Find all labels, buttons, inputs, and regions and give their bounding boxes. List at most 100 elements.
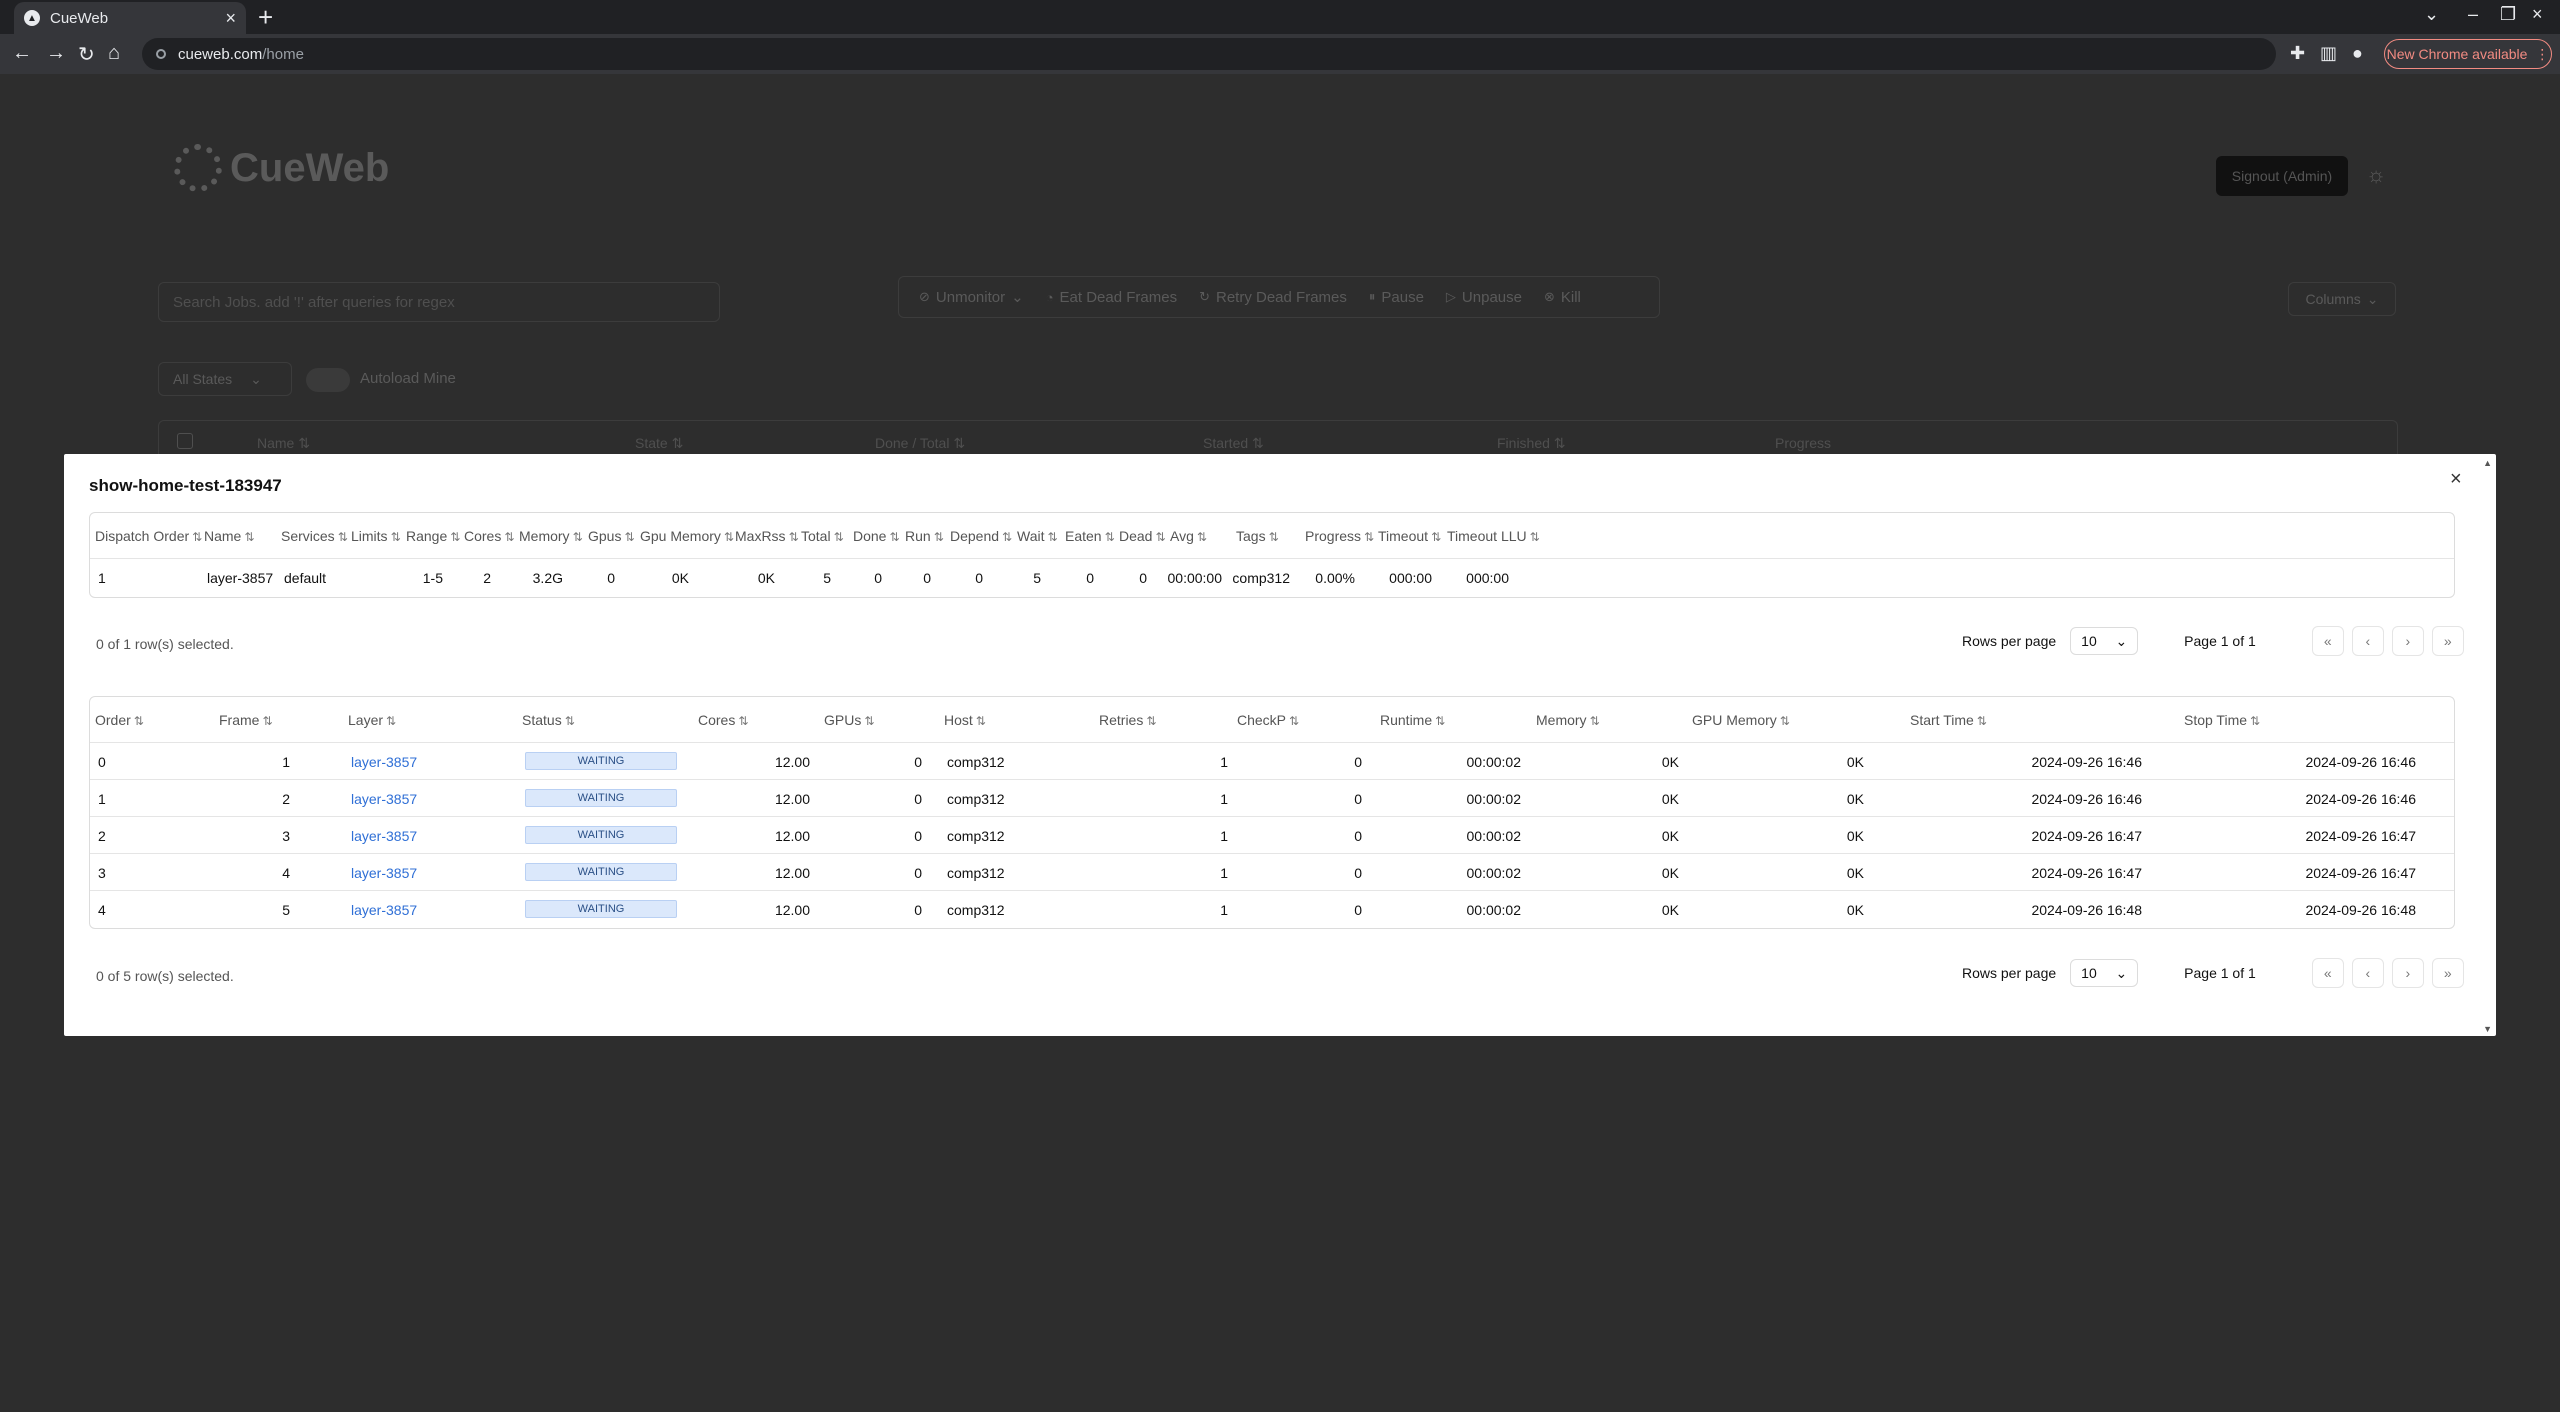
frames-col-cores[interactable]: Cores ⇅ bbox=[698, 712, 748, 728]
jobs-col-done-total[interactable]: Done / Total ⇅ bbox=[875, 435, 965, 452]
jobs-col-finished[interactable]: Finished ⇅ bbox=[1497, 435, 1566, 452]
jobs-col-started[interactable]: Started ⇅ bbox=[1203, 435, 1264, 452]
frame-row[interactable]: 4 5 layer-3857 WAITING 12.00 0 comp312 1… bbox=[90, 891, 2454, 928]
layers-col-limits[interactable]: Limits ⇅ bbox=[351, 528, 401, 544]
unpause-button[interactable]: ▷ Unpause bbox=[1446, 289, 1532, 306]
previous-page-button[interactable]: ‹ bbox=[2351, 958, 2384, 988]
browser-tab[interactable]: ▲ CueWeb × bbox=[14, 2, 246, 34]
frames-col-gpus[interactable]: GPUs ⇅ bbox=[824, 712, 874, 728]
frames-col-memory[interactable]: Memory ⇅ bbox=[1536, 712, 1600, 728]
layer-row[interactable]: 1 layer-3857 default 1-5 2 3.2G 0 0K 0K … bbox=[90, 559, 2454, 597]
minimize-icon[interactable]: – bbox=[2468, 4, 2478, 25]
frames-col-host[interactable]: Host ⇅ bbox=[944, 712, 986, 728]
frame-row[interactable]: 2 3 layer-3857 WAITING 12.00 0 comp312 1… bbox=[90, 817, 2454, 854]
columns-button[interactable]: Columns ⌄ bbox=[2288, 282, 2396, 316]
layers-col-dead[interactable]: Dead ⇅ bbox=[1119, 528, 1166, 544]
frames-col-gpu-memory[interactable]: GPU Memory ⇅ bbox=[1692, 712, 1790, 728]
tab-search-icon[interactable]: ⌄ bbox=[2424, 4, 2439, 25]
layers-col-gpu-memory[interactable]: Gpu Memory ⇅ bbox=[640, 528, 734, 544]
layers-col-cores[interactable]: Cores ⇅ bbox=[464, 528, 514, 544]
layers-col-total[interactable]: Total ⇅ bbox=[801, 528, 844, 544]
kill-button[interactable]: ⊗ Kill bbox=[1544, 289, 1591, 306]
frames-col-order[interactable]: Order ⇅ bbox=[95, 712, 144, 728]
last-page-button[interactable]: » bbox=[2431, 958, 2464, 988]
layers-col-depend[interactable]: Depend ⇅ bbox=[950, 528, 1012, 544]
new-tab-icon[interactable]: + bbox=[258, 4, 273, 30]
layers-col-tags[interactable]: Tags ⇅ bbox=[1236, 528, 1279, 544]
pause-icon: ⏸ bbox=[1368, 289, 1376, 304]
frame-row[interactable]: 1 2 layer-3857 WAITING 12.00 0 comp312 1… bbox=[90, 780, 2454, 817]
layers-col-range[interactable]: Range ⇅ bbox=[406, 528, 460, 544]
back-icon[interactable]: ← bbox=[12, 42, 32, 65]
rows-per-page-select[interactable]: 10 ⌄ bbox=[2070, 627, 2139, 655]
cell-layer-link[interactable]: layer-3857 bbox=[351, 865, 417, 881]
frames-col-runtime[interactable]: Runtime ⇅ bbox=[1380, 712, 1445, 728]
forward-icon[interactable]: → bbox=[46, 42, 66, 65]
frame-row[interactable]: 0 1 layer-3857 WAITING 12.00 0 comp312 1… bbox=[90, 743, 2454, 780]
cell-wait: 5 bbox=[1033, 570, 1041, 586]
cell-layer-link[interactable]: layer-3857 bbox=[351, 791, 417, 807]
layers-col-dispatch-order[interactable]: Dispatch Order ⇅ bbox=[95, 528, 202, 544]
layers-col-services[interactable]: Services ⇅ bbox=[281, 528, 348, 544]
jobs-col-name[interactable]: Name ⇅ bbox=[257, 435, 310, 452]
profile-icon[interactable]: ● bbox=[2352, 43, 2363, 64]
layers-col-memory[interactable]: Memory ⇅ bbox=[519, 528, 583, 544]
close-window-icon[interactable]: × bbox=[2532, 4, 2543, 25]
close-icon[interactable]: × bbox=[2450, 468, 2462, 491]
layers-col-progress[interactable]: Progress ⇅ bbox=[1305, 528, 1374, 544]
cell-layer-link[interactable]: layer-3857 bbox=[351, 828, 417, 844]
rows-per-page-select[interactable]: 10 ⌄ bbox=[2070, 959, 2139, 987]
frames-col-start-time[interactable]: Start Time ⇅ bbox=[1910, 712, 1987, 728]
unmonitor-button[interactable]: ⊘ Unmonitor ⌄ bbox=[919, 288, 1034, 307]
theme-toggle-icon[interactable]: ☼ bbox=[2366, 162, 2386, 188]
frames-col-checkp[interactable]: CheckP ⇅ bbox=[1237, 712, 1299, 728]
column-label: Wait bbox=[1017, 528, 1045, 544]
first-page-button[interactable]: « bbox=[2311, 958, 2344, 988]
job-details-dialog: show-home-test-183947 × ▲ ▼ Dispatch Ord… bbox=[64, 454, 2496, 1036]
state-filter-select[interactable]: All States ⌄ bbox=[158, 362, 292, 396]
job-search-input[interactable]: Search Jobs. add '!' after queries for r… bbox=[158, 282, 720, 322]
address-bar[interactable]: cueweb.com /home bbox=[142, 38, 2276, 70]
autoload-toggle[interactable] bbox=[306, 368, 350, 392]
retry-dead-frames-button[interactable]: ↻ Retry Dead Frames bbox=[1199, 289, 1357, 306]
pause-button[interactable]: ⏸ Pause bbox=[1369, 289, 1434, 306]
layers-col-name[interactable]: Name ⇅ bbox=[204, 528, 254, 544]
layers-col-avg[interactable]: Avg ⇅ bbox=[1170, 528, 1207, 544]
signout-button[interactable]: Signout (Admin) bbox=[2216, 156, 2348, 196]
cell-layer-link[interactable]: layer-3857 bbox=[351, 754, 417, 770]
layers-col-maxrss[interactable]: MaxRss ⇅ bbox=[735, 528, 799, 544]
frames-col-stop-time[interactable]: Stop Time ⇅ bbox=[2184, 712, 2260, 728]
next-page-button[interactable]: › bbox=[2391, 626, 2424, 656]
first-page-button[interactable]: « bbox=[2311, 626, 2344, 656]
layers-col-run[interactable]: Run ⇅ bbox=[905, 528, 944, 544]
home-icon[interactable]: ⌂ bbox=[108, 42, 120, 65]
jobs-col-state[interactable]: State ⇅ bbox=[635, 435, 683, 452]
layers-col-done[interactable]: Done ⇅ bbox=[853, 528, 900, 544]
previous-page-button[interactable]: ‹ bbox=[2351, 626, 2384, 656]
layers-col-gpus[interactable]: Gpus ⇅ bbox=[588, 528, 635, 544]
site-info-icon[interactable] bbox=[156, 49, 166, 59]
chrome-update-button[interactable]: New Chrome available ⋮ bbox=[2384, 39, 2552, 69]
frame-row[interactable]: 3 4 layer-3857 WAITING 12.00 0 comp312 1… bbox=[90, 854, 2454, 891]
layers-col-eaten[interactable]: Eaten ⇅ bbox=[1065, 528, 1115, 544]
layers-col-wait[interactable]: Wait ⇅ bbox=[1017, 528, 1058, 544]
cell-layer-link[interactable]: layer-3857 bbox=[351, 902, 417, 918]
select-all-checkbox[interactable] bbox=[177, 433, 193, 449]
next-page-button[interactable]: › bbox=[2391, 958, 2424, 988]
reload-icon[interactable]: ↻ bbox=[78, 42, 95, 67]
eat-dead-frames-button[interactable]: ◔ Eat Dead Frames bbox=[1046, 289, 1187, 306]
scroll-down-icon[interactable]: ▼ bbox=[2483, 1024, 2492, 1034]
frames-col-layer[interactable]: Layer ⇅ bbox=[348, 712, 396, 728]
last-page-button[interactable]: » bbox=[2431, 626, 2464, 656]
restore-icon[interactable]: ❐ bbox=[2500, 4, 2516, 25]
frames-col-retries[interactable]: Retries ⇅ bbox=[1099, 712, 1156, 728]
column-label: Done bbox=[853, 528, 887, 544]
layers-col-timeout-llu[interactable]: Timeout LLU ⇅ bbox=[1447, 528, 1540, 544]
side-panel-icon[interactable]: ▥ bbox=[2320, 43, 2337, 64]
scroll-up-icon[interactable]: ▲ bbox=[2483, 458, 2492, 468]
frames-col-status[interactable]: Status ⇅ bbox=[522, 712, 575, 728]
frames-col-frame[interactable]: Frame ⇅ bbox=[219, 712, 273, 728]
extensions-icon[interactable]: ✚ bbox=[2290, 43, 2305, 64]
layers-col-timeout[interactable]: Timeout ⇅ bbox=[1378, 528, 1441, 544]
close-tab-icon[interactable]: × bbox=[225, 8, 236, 29]
